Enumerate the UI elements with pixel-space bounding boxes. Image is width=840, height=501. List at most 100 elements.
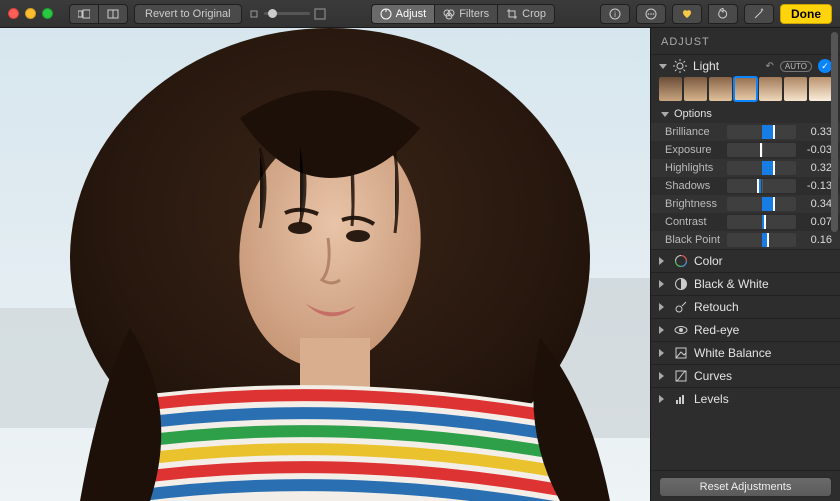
fullscreen-window-button[interactable] <box>42 8 53 19</box>
rotate-button[interactable] <box>708 4 738 24</box>
section-red-eye-header[interactable]: Red-eye <box>651 319 840 341</box>
section-label: Red-eye <box>694 323 832 337</box>
disclosure-closed-icon <box>659 303 668 311</box>
light-preset-3[interactable] <box>709 77 732 101</box>
color-icon <box>674 254 688 268</box>
light-preset-6[interactable] <box>784 77 807 101</box>
edited-photo <box>0 28 650 501</box>
minimize-window-button[interactable] <box>25 8 36 19</box>
split-icon <box>107 8 119 20</box>
disclosure-closed-icon <box>659 326 668 334</box>
tab-filters[interactable]: Filters <box>434 4 497 24</box>
toggle-split-button[interactable] <box>98 4 128 24</box>
section-curves-header[interactable]: Curves <box>651 365 840 387</box>
rotate-ccw-icon <box>717 8 729 20</box>
light-preset-5[interactable] <box>759 77 782 101</box>
tab-adjust[interactable]: Adjust <box>371 4 435 24</box>
section-black-white: Black & White <box>651 272 840 295</box>
section-black-white-header[interactable]: Black & White <box>651 273 840 295</box>
toggle-thumbnails-button[interactable] <box>69 4 98 24</box>
more-button[interactable] <box>636 4 666 24</box>
light-icon <box>673 59 687 73</box>
more-icon <box>645 8 657 20</box>
slider-contrast[interactable]: Contrast0.07 <box>651 213 840 231</box>
light-preset-thumbnails <box>651 77 840 105</box>
slider-label: Shadows <box>665 180 723 192</box>
zoom-slider-track[interactable] <box>264 12 310 15</box>
slider-track[interactable] <box>727 179 796 193</box>
disclosure-closed-icon <box>659 280 668 288</box>
tab-crop-label: Crop <box>522 8 546 20</box>
light-sliders: Brilliance0.33Exposure-0.03Highlights0.3… <box>651 123 840 249</box>
disclosure-closed-icon <box>659 372 668 380</box>
section-label: White Balance <box>694 346 832 360</box>
window-controls <box>8 8 53 19</box>
slider-shadows[interactable]: Shadows-0.13 <box>651 177 840 195</box>
slider-track[interactable] <box>727 233 796 247</box>
reset-adjustments-button[interactable]: Reset Adjustments <box>659 477 832 497</box>
curves-icon <box>674 369 688 383</box>
tab-adjust-label: Adjust <box>396 8 427 20</box>
slider-label: Brightness <box>665 198 723 210</box>
auto-light-button[interactable]: AUTO <box>780 61 812 72</box>
slider-label: Contrast <box>665 216 723 228</box>
workspace: ADJUST Light ↶ AUTO ✓ <box>0 28 840 501</box>
undo-light-icon[interactable]: ↶ <box>766 61 774 72</box>
slider-track[interactable] <box>727 197 796 211</box>
disclosure-open-icon <box>661 112 669 117</box>
slider-brightness[interactable]: Brightness0.34 <box>651 195 840 213</box>
info-icon: i <box>609 8 621 20</box>
svg-text:i: i <box>614 10 616 19</box>
slider-label: Brilliance <box>665 126 723 138</box>
light-preset-4[interactable] <box>734 77 757 101</box>
light-preset-1[interactable] <box>659 77 682 101</box>
slider-track[interactable] <box>727 161 796 175</box>
image-small-icon <box>248 8 260 20</box>
slider-highlights[interactable]: Highlights0.32 <box>651 159 840 177</box>
slider-label: Black Point <box>665 234 723 246</box>
scrollbar-thumb[interactable] <box>831 32 838 232</box>
section-levels: Levels <box>651 387 840 410</box>
done-button[interactable]: Done <box>780 4 832 24</box>
disclosure-closed-icon <box>659 395 668 403</box>
section-white-balance-header[interactable]: White Balance <box>651 342 840 364</box>
section-color-header[interactable]: Color <box>651 250 840 272</box>
sidebar-scrollbar[interactable] <box>828 28 840 501</box>
red-eye-icon <box>674 323 688 337</box>
slider-track[interactable] <box>727 143 796 157</box>
tab-crop[interactable]: Crop <box>497 4 555 24</box>
slider-exposure[interactable]: Exposure-0.03 <box>651 141 840 159</box>
revert-to-original-button[interactable]: Revert to Original <box>134 4 242 24</box>
light-preset-2[interactable] <box>684 77 707 101</box>
close-window-button[interactable] <box>8 8 19 19</box>
favorite-button[interactable] <box>672 4 702 24</box>
disclosure-closed-icon <box>659 257 668 265</box>
light-options-label: Options <box>674 108 712 120</box>
adjust-sidebar: ADJUST Light ↶ AUTO ✓ <box>650 28 840 501</box>
sidebar-toggle-group <box>69 4 128 24</box>
heart-icon <box>681 8 693 20</box>
zoom-control[interactable] <box>248 8 326 20</box>
slider-track[interactable] <box>727 125 796 139</box>
rotate-group <box>708 4 738 24</box>
auto-enhance-button[interactable] <box>744 4 774 24</box>
thumbnails-icon <box>78 8 90 20</box>
section-light: Light ↶ AUTO ✓ Options <box>651 54 840 249</box>
section-color: Color <box>651 249 840 272</box>
section-label: Retouch <box>694 300 832 314</box>
info-button[interactable]: i <box>600 4 630 24</box>
photo-canvas[interactable] <box>0 28 650 501</box>
section-light-label: Light <box>693 59 760 73</box>
section-light-header[interactable]: Light ↶ AUTO ✓ <box>651 55 840 77</box>
slider-track[interactable] <box>727 215 796 229</box>
section-label: Black & White <box>694 277 832 291</box>
section-label: Levels <box>694 392 832 406</box>
section-levels-header[interactable]: Levels <box>651 388 840 410</box>
light-options-header[interactable]: Options <box>651 105 840 123</box>
slider-brilliance[interactable]: Brilliance0.33 <box>651 123 840 141</box>
section-retouch-header[interactable]: Retouch <box>651 296 840 318</box>
disclosure-open-icon <box>659 64 667 69</box>
zoom-slider-knob[interactable] <box>268 9 277 18</box>
crop-icon <box>506 8 518 20</box>
slider-black-point[interactable]: Black Point0.16 <box>651 231 840 249</box>
